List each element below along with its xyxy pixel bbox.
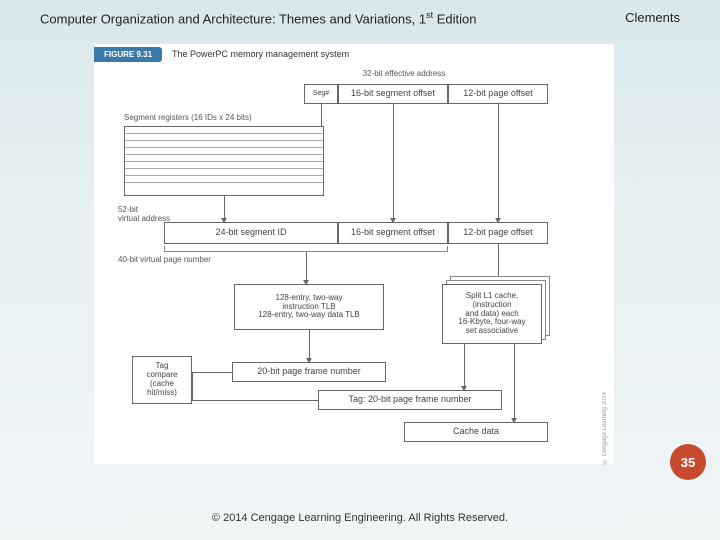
page-number-badge: 35 <box>670 444 706 480</box>
connector <box>309 330 310 360</box>
box-ea-pageoff: 12-bit page offset <box>448 84 548 104</box>
segment-registers <box>124 126 324 196</box>
connector <box>321 104 322 126</box>
box-l1-cache: Split L1 cache, (instruction and data) e… <box>442 284 542 344</box>
author-name: Clements <box>625 10 680 26</box>
figure-title-bar: FIGURE 9.31 The PowerPC memory managemen… <box>94 44 614 64</box>
box-pfn: 20-bit page frame number <box>232 362 386 382</box>
diagram: 32-bit effective address Seg# 16-bit seg… <box>104 70 604 464</box>
connector <box>192 372 193 400</box>
page-number: 35 <box>681 455 695 470</box>
footer-copyright: © 2014 Cengage Learning Engineering. All… <box>0 512 720 524</box>
book-title: Computer Organization and Architecture: … <box>40 10 477 26</box>
label-effective-address: 32-bit effective address <box>344 70 464 79</box>
connector <box>192 400 318 401</box>
box-ea-segoff: 16-bit segment offset <box>338 84 448 104</box>
label-vpn: 40-bit virtual page number <box>118 256 211 265</box>
connector <box>224 196 225 220</box>
figure-area: FIGURE 9.31 The PowerPC memory managemen… <box>94 44 614 464</box>
slide: Computer Organization and Architecture: … <box>0 0 720 540</box>
box-tag-compare: Tag compare (cache hit/miss) <box>132 356 192 404</box>
connector <box>224 126 321 127</box>
label-seg-regs: Segment registers (16 IDs x 24 bits) <box>124 114 252 123</box>
box-ea-seg: Seg# <box>304 84 338 104</box>
slide-header: Computer Organization and Architecture: … <box>0 0 720 26</box>
box-va-pageoff: 12-bit page offset <box>448 222 548 244</box>
box-tag: Tag: 20-bit page frame number <box>318 390 502 410</box>
box-va-segid: 24-bit segment ID <box>164 222 338 244</box>
figure-credit: © Cengage Learning 2014 <box>602 392 608 464</box>
title-suffix: Edition <box>433 11 476 26</box>
box-tlb: 128-entry, two-way instruction TLB 128-e… <box>234 284 384 330</box>
figure-caption: The PowerPC memory management system <box>172 49 349 59</box>
title-prefix: Computer Organization and Architecture: … <box>40 11 426 26</box>
connector <box>393 104 394 220</box>
connector <box>192 372 232 373</box>
box-va-segoff: 16-bit segment offset <box>338 222 448 244</box>
figure-badge: FIGURE 9.31 <box>94 47 162 62</box>
label-52bit-va: 52-bit virtual address <box>118 206 170 224</box>
connector <box>464 344 465 388</box>
connector <box>498 104 499 220</box>
box-cache-data: Cache data <box>404 422 548 442</box>
connector <box>306 252 307 282</box>
connector <box>514 344 515 420</box>
